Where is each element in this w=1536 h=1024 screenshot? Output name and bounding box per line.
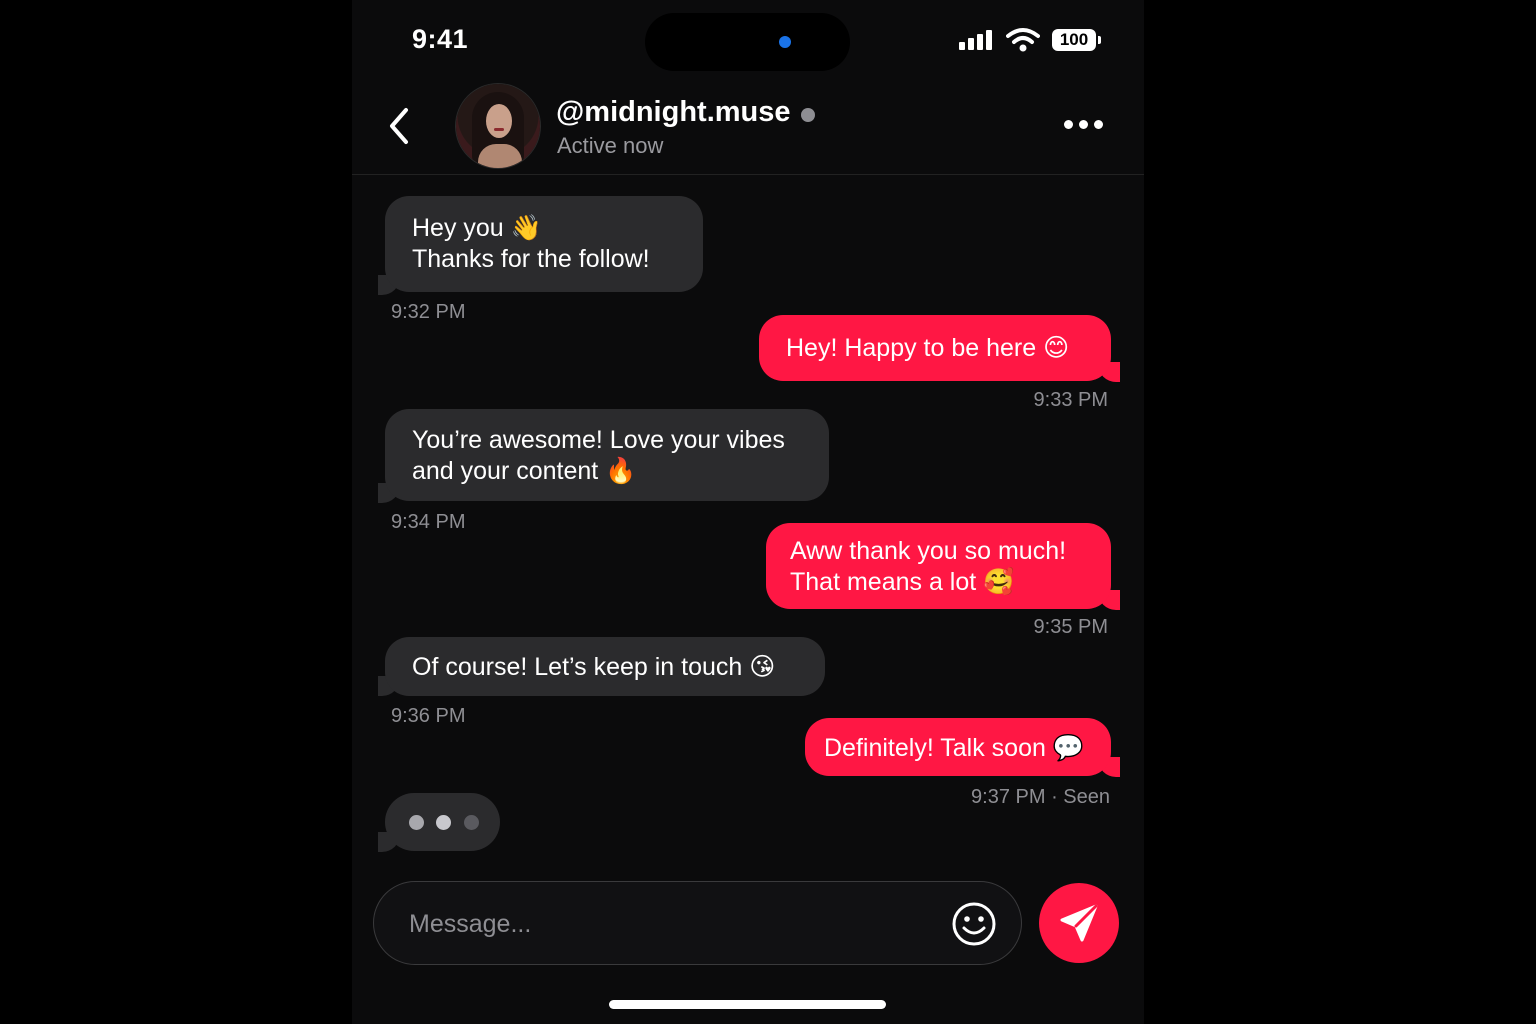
send-button[interactable]: [1039, 883, 1119, 963]
emoji-icon[interactable]: [951, 901, 997, 947]
message-bubble-received[interactable]: You’re awesome! Love your vibes and your…: [385, 409, 829, 501]
message-timestamp: 9:33 PM: [1033, 389, 1108, 411]
avatar[interactable]: [456, 84, 540, 168]
message-bubble-sent[interactable]: Hey! Happy to be here 😊: [759, 315, 1111, 381]
status-time: 9:41: [412, 24, 469, 54]
typing-indicator: [385, 793, 500, 851]
chat-screen: 9:41 100 @midnight.muse Active now Hey y…: [352, 0, 1144, 1024]
message-timestamp: 9:37 PM · Seen: [971, 786, 1110, 808]
message-text: You’re awesome! Love your vibes: [412, 426, 785, 454]
presence-dot: [801, 108, 815, 122]
message-text: Hey you 👋: [412, 214, 542, 242]
send-icon: [1060, 904, 1098, 942]
message-input[interactable]: [407, 902, 931, 946]
message-text: Of course! Let’s keep in touch 😘: [412, 653, 776, 681]
message-bubble-received[interactable]: Hey you 👋 Thanks for the follow!: [385, 196, 703, 292]
more-dots-icon[interactable]: [1060, 112, 1108, 138]
dynamic-island: [645, 13, 850, 71]
home-indicator: [609, 1000, 886, 1009]
message-timestamp: 9:32 PM: [391, 301, 466, 323]
battery-icon: 100: [1052, 29, 1096, 51]
message-bubble-sent[interactable]: Aww thank you so much! That means a lot …: [766, 523, 1111, 609]
contact-username[interactable]: @midnight.muse: [556, 96, 791, 129]
message-text: Thanks for the follow!: [412, 245, 650, 273]
message-bubble-received[interactable]: Of course! Let’s keep in touch 😘: [385, 637, 825, 696]
header-divider: [352, 174, 1144, 175]
signal-icon: [959, 30, 995, 50]
wifi-icon: [1006, 28, 1040, 52]
message-text: That means a lot 🥰: [790, 568, 1015, 596]
message-timestamp: 9:35 PM: [1033, 616, 1108, 638]
message-bubble-sent[interactable]: Definitely! Talk soon 💬: [805, 718, 1111, 776]
camera-indicator-dot: [779, 36, 791, 48]
message-text: Hey! Happy to be here 😊: [786, 334, 1070, 362]
message-text: Definitely! Talk soon 💬: [824, 734, 1084, 762]
active-status: Active now: [557, 133, 664, 158]
back-chevron-icon[interactable]: [382, 104, 422, 148]
message-composer: [373, 881, 1022, 965]
battery-tip: [1098, 36, 1101, 44]
message-timestamp: 9:36 PM: [391, 705, 466, 727]
message-text: and your content 🔥: [412, 457, 637, 485]
message-timestamp: 9:34 PM: [391, 511, 466, 533]
message-text: Aww thank you so much!: [790, 537, 1067, 565]
